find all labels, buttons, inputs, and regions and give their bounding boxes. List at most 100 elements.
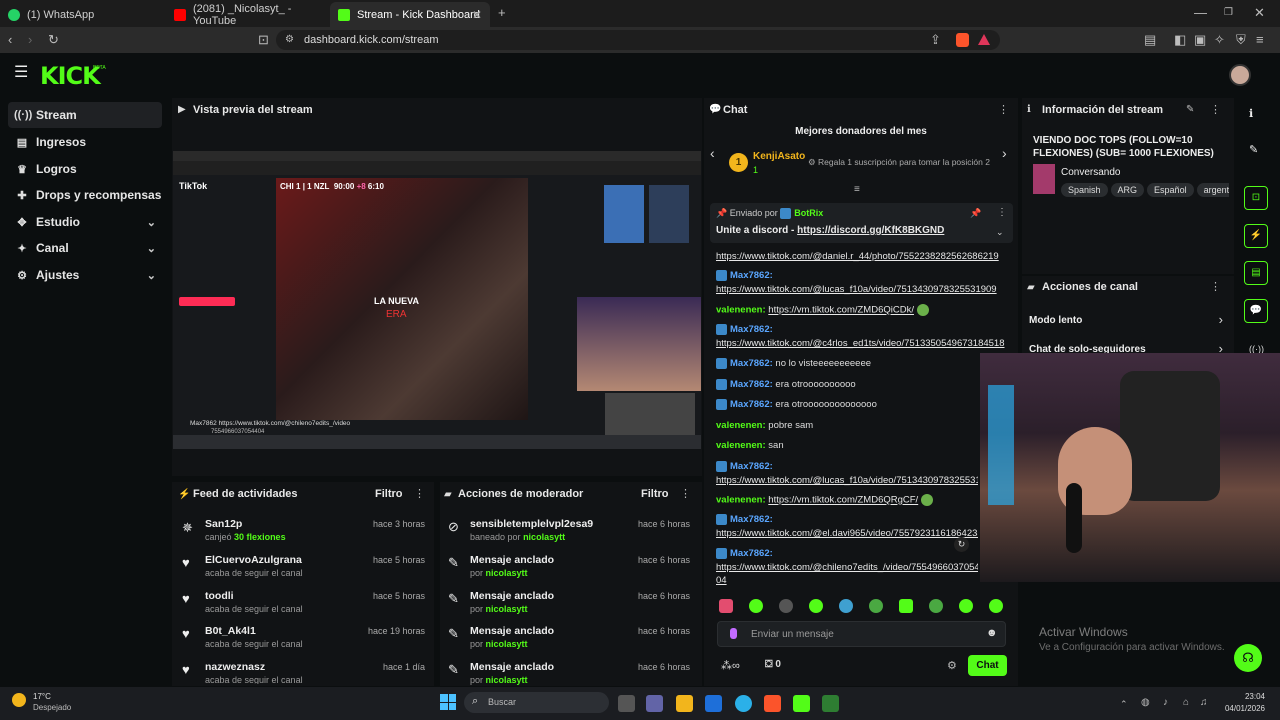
rail-button-3[interactable]: ▤ [1244, 261, 1268, 285]
chat-message: https://www.tiktok.com/@c4rlos_ed1ts/vid… [716, 338, 1005, 349]
share-icon[interactable]: ⇪ [930, 33, 941, 47]
brave-icon[interactable] [764, 695, 781, 712]
channel-points[interactable]: ⛋ 0 [765, 659, 781, 670]
sidebar-item-logros[interactable]: ♛ Logros [8, 156, 162, 182]
leo-ai-icon[interactable]: ✧ [1214, 33, 1225, 47]
collapse-icon[interactable]: ≡ [854, 183, 860, 197]
network-icon[interactable]: ⌂ [1183, 696, 1189, 710]
bookmark-icon[interactable]: ⊡ [258, 33, 269, 47]
emote-icon[interactable] [989, 599, 1003, 613]
new-tab-icon[interactable]: + [498, 6, 506, 20]
volume-icon[interactable]: ♫ [1200, 696, 1208, 710]
tab-whatsapp[interactable]: (1) WhatsApp [0, 2, 166, 27]
feed-filter-button[interactable]: Filtro [375, 488, 403, 500]
split-view-icon[interactable]: ◧ [1174, 33, 1186, 47]
back-icon[interactable]: ‹ [8, 33, 12, 47]
tray-chevron-icon[interactable]: ⌃ [1120, 697, 1128, 711]
rail-button-4[interactable]: 💬 [1244, 299, 1268, 323]
support-icon[interactable]: ☊ [1234, 644, 1262, 672]
tag[interactable]: argentin [1196, 183, 1229, 197]
emote-icon[interactable] [839, 599, 853, 613]
emote-icon[interactable] [809, 599, 823, 613]
edit-icon[interactable]: ✎ [1249, 143, 1258, 157]
tag[interactable]: Español [1147, 183, 1194, 197]
emote-icon[interactable] [959, 599, 973, 613]
hamburger-menu-icon[interactable]: ☰ [14, 65, 28, 81]
edge-icon[interactable] [735, 695, 752, 712]
close-window-icon[interactable]: ✕ [1254, 6, 1265, 20]
vpn-icon[interactable]: ⛨ [1236, 33, 1246, 47]
emote-icon[interactable] [779, 599, 793, 613]
stream-preview-video[interactable]: TikTok CHI 1 | 1 NZL 90:00 +8 6:10 LA NU… [173, 151, 701, 449]
store-icon[interactable] [705, 695, 722, 712]
sidebar-toggle-icon[interactable]: ▤ [1144, 33, 1156, 47]
chevron-right-icon[interactable]: › [1002, 146, 1007, 160]
brave-rewards-icon[interactable] [978, 34, 990, 45]
tag[interactable]: ARG [1110, 183, 1145, 197]
more-icon[interactable]: ⋮ [1210, 103, 1221, 117]
rail-button-1[interactable]: ⊡ [1244, 186, 1268, 210]
emote-icon[interactable] [749, 599, 763, 613]
chevron-down-icon[interactable]: ⌄ [996, 227, 1004, 238]
sidebar-item-ajustes[interactable]: ⚙ Ajustes ⌄ [8, 262, 162, 288]
site-info-icon[interactable]: ⚙ [285, 33, 294, 47]
taskbar-search[interactable]: ⌕ Buscar [464, 692, 609, 713]
tab-youtube[interactable]: (2081) _Nicolasyt_ - YouTube [166, 2, 328, 27]
obs-kick-icon[interactable] [793, 695, 810, 712]
more-icon[interactable]: ⋮ [998, 103, 1009, 117]
sidebar-item-ingresos[interactable]: ▤ Ingresos [8, 129, 162, 155]
donor-count: 1 [753, 165, 759, 175]
minimize-icon[interactable]: — [1194, 6, 1207, 20]
send-chat-button[interactable]: Chat [968, 655, 1007, 676]
mic-tray-icon[interactable]: ♪ [1163, 696, 1168, 710]
avatar[interactable] [1229, 64, 1251, 86]
close-tab-icon[interactable]: ✕ [472, 8, 482, 22]
donor-name[interactable]: KenjiAsato [753, 151, 805, 162]
category-name[interactable]: Conversando [1061, 167, 1120, 178]
forward-icon[interactable]: › [28, 33, 32, 47]
maximize-icon[interactable]: ❐ [1224, 6, 1233, 20]
chat-message: valenenen: pobre sam [716, 420, 814, 431]
wallet-icon[interactable]: ▣ [1194, 33, 1206, 47]
kick-app-icon[interactable] [822, 695, 839, 712]
mod-filter-button[interactable]: Filtro [641, 488, 669, 500]
more-icon[interactable]: ⋮ [680, 487, 691, 501]
start-button[interactable] [440, 694, 456, 710]
tab-kick[interactable]: Stream - Kick Dashboard ✕ [330, 2, 490, 27]
weather-sun-icon[interactable] [12, 693, 26, 707]
kick-logo[interactable]: KICK [40, 62, 101, 90]
emote-icon[interactable] [719, 599, 733, 613]
tray-app-icon[interactable]: ◍ [1141, 696, 1150, 710]
weather-text: Despejado [33, 703, 72, 712]
emote-icon[interactable] [929, 599, 943, 613]
url-field[interactable]: dashboard.kick.com/stream [276, 30, 1000, 50]
reload-icon[interactable]: ↻ [48, 33, 59, 47]
rail-button-2[interactable]: ⚡ [1244, 224, 1268, 248]
edit-icon[interactable]: ✎ [1186, 103, 1194, 117]
more-icon[interactable]: ⋮ [997, 207, 1007, 218]
sidebar-item-drops[interactable]: ✚ Drops y recompensas [8, 182, 162, 208]
refresh-icon[interactable]: ↻ [954, 537, 969, 552]
chat-input[interactable]: Enviar un mensaje ☻ [717, 621, 1006, 647]
emote-icon[interactable] [899, 599, 913, 613]
users-icon[interactable]: ⁂∞ [721, 659, 740, 672]
info-icon[interactable]: ℹ [1249, 107, 1253, 121]
emote-icon[interactable] [869, 599, 883, 613]
file-explorer-icon[interactable] [676, 695, 693, 712]
chevron-left-icon[interactable]: ‹ [710, 146, 715, 160]
sidebar-item-stream[interactable]: ((·)) Stream [8, 102, 162, 128]
tag[interactable]: Spanish [1061, 183, 1108, 197]
gear-icon[interactable]: ⚙ [947, 659, 957, 673]
task-view-icon[interactable] [618, 695, 635, 712]
more-icon[interactable]: ⋮ [1210, 280, 1221, 294]
more-icon[interactable]: ⋮ [414, 487, 425, 501]
menu-icon[interactable]: ≡ [1256, 33, 1264, 47]
sidebar-item-canal[interactable]: ✦ Canal ⌄ [8, 235, 162, 261]
brave-shield-icon[interactable] [956, 33, 969, 47]
unpin-icon[interactable]: 📌 [970, 208, 981, 219]
teams-icon[interactable] [646, 695, 663, 712]
discord-link[interactable]: https://discord.gg/KfK8BKGND [797, 225, 944, 236]
emoji-picker-icon[interactable]: ☻ [986, 627, 998, 639]
slow-mode-toggle[interactable]: Modo lento › [1029, 312, 1225, 330]
sidebar-item-estudio[interactable]: ✥ Estudio ⌄ [8, 209, 162, 235]
